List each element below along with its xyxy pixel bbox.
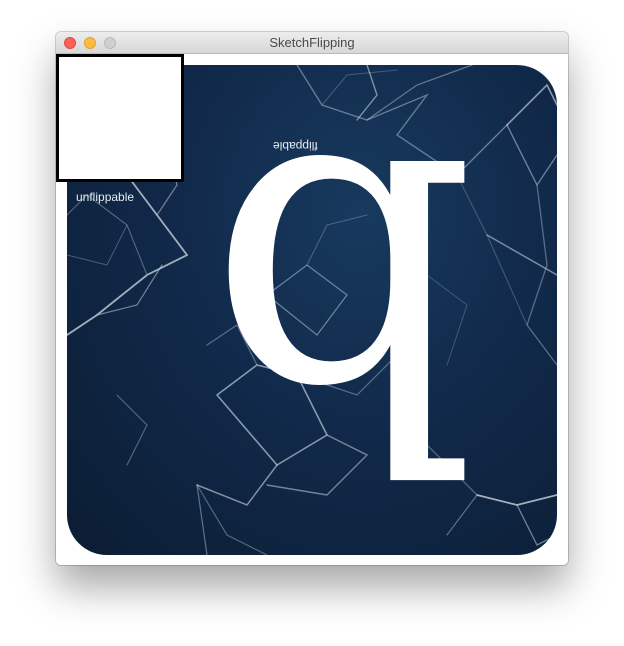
title-bar[interactable]: SketchFlipping — [56, 32, 568, 54]
sketch-canvas[interactable]: flippable b unflippable — [56, 54, 568, 565]
unflippable-box — [56, 54, 184, 182]
app-window: SketchFlipping flippable b unflippable — [56, 32, 568, 565]
window-title: SketchFlipping — [269, 35, 355, 50]
unflippable-label: unflippable — [76, 190, 135, 204]
flipped-glyph: b — [207, 65, 477, 550]
